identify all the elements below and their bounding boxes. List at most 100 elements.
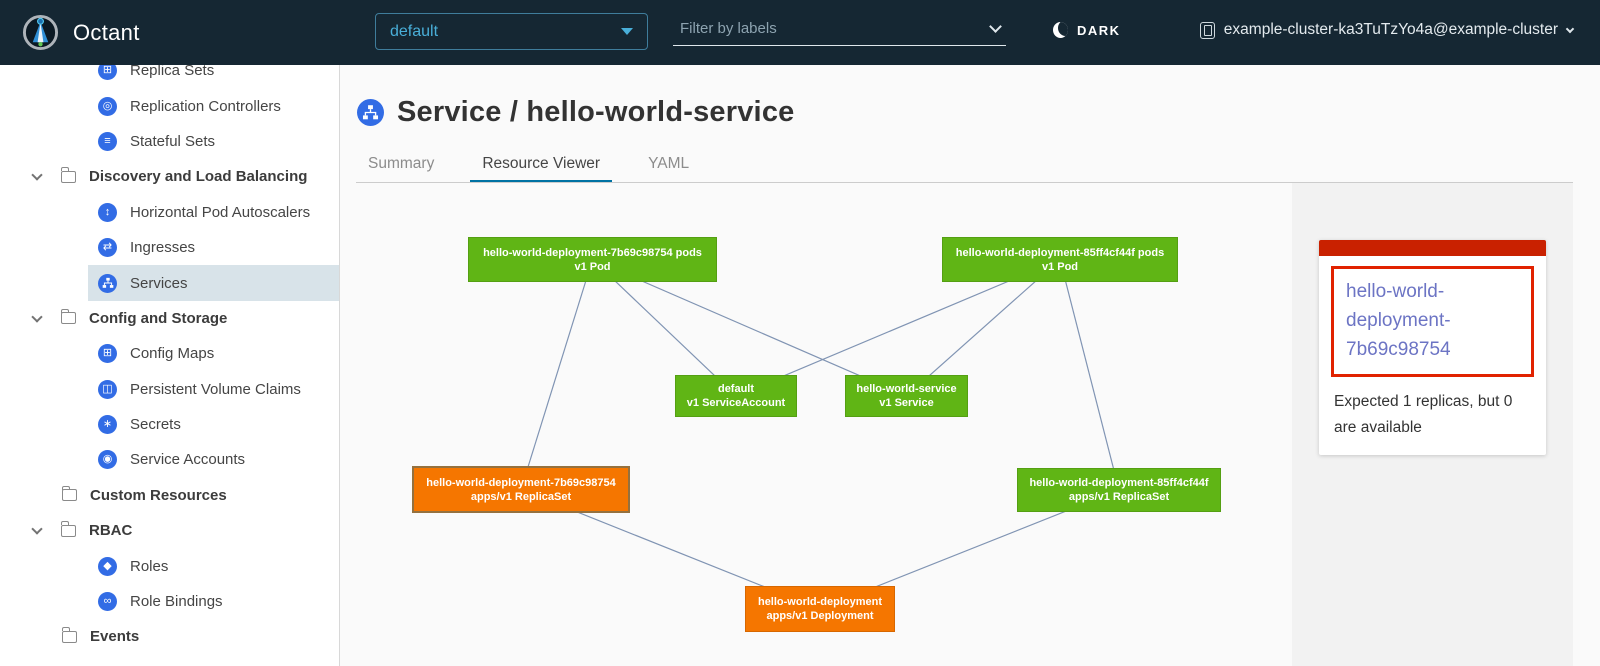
status-card-error-bar (1319, 240, 1546, 256)
sidebar-item-rbac[interactable]: RBAC (0, 513, 339, 548)
sidebar-item-label: Config and Storage (89, 310, 227, 327)
folder-icon (61, 525, 76, 537)
sidebar-item-label: Config Maps (130, 345, 214, 362)
sidebar-item-horizontal-pod-autoscalers[interactable]: ↕ Horizontal Pod Autoscalers (88, 195, 339, 230)
sidebar-item-label: Service Accounts (130, 451, 245, 468)
sidebar-item-persistent-volume-claims[interactable]: ◫Persistent Volume Claims (88, 372, 339, 407)
sidebar-item-secrets[interactable]: ∗Secrets (88, 407, 339, 442)
page-title-row: Service / hello-world-service (357, 96, 794, 129)
sidebar-item-replication-controllers[interactable]: ◎ Replication Controllers (88, 88, 339, 123)
tab-bar: Summary Resource Viewer YAML (356, 149, 725, 183)
node-apiversion-kind: apps/v1 Deployment (767, 609, 874, 623)
sidebar-item-label: Secrets (130, 416, 181, 433)
graph-node-deployment[interactable]: hello-world-deploymentapps/v1 Deployment (745, 586, 895, 632)
graph-node-replicaset2[interactable]: hello-world-deployment-85ff4cf44fapps/v1… (1017, 468, 1221, 512)
status-card-title-box: hello-world-deployment-7b69c98754 (1331, 266, 1534, 377)
node-title: hello-world-deployment-7b69c98754 pods (483, 246, 702, 260)
folder-icon (62, 489, 77, 501)
sidebar-nav: ⊞ Replica Sets ◎ Replication Controllers ≡ St… (0, 65, 340, 666)
node-apiversion-kind: apps/v1 ReplicaSet (471, 490, 571, 504)
sidebar-item-label: Events (90, 628, 139, 645)
status-card-body: hello-world-deployment-7b69c98754 Expect… (1319, 256, 1546, 455)
sidebar-item-label: Replica Sets (130, 65, 214, 79)
sidebar-item-label: RBAC (89, 522, 132, 539)
sidebar-item-service-accounts[interactable]: ◉ Service Accounts (88, 442, 339, 477)
status-card-resource-link[interactable]: hello-world-deployment-7b69c98754 (1346, 281, 1451, 360)
moon-icon (1053, 22, 1068, 38)
octant-logo-icon (22, 14, 59, 51)
statefulset-icon: ≡ (98, 132, 117, 151)
sidebar-item-config-maps[interactable]: ⊞ Config Maps (88, 336, 339, 371)
sidebar-item-roles[interactable]: ◆Roles (88, 548, 339, 583)
service-icon (357, 99, 384, 126)
context-selector[interactable]: example-cluster-ka3TuTzYo4a@example-clus… (1200, 21, 1573, 39)
configmap-icon: ⊞ (98, 344, 117, 363)
status-card: hello-world-deployment-7b69c98754 Expect… (1319, 240, 1546, 455)
status-panel: hello-world-deployment-7b69c98754 Expect… (1292, 183, 1573, 666)
chevron-down-icon[interactable] (31, 170, 42, 181)
node-apiversion-kind: v1 Service (879, 396, 933, 410)
dark-theme-label: DARK (1077, 23, 1121, 38)
brand: Octant (22, 14, 140, 51)
namespace-value: default (390, 23, 438, 41)
node-apiversion-kind: v1 Pod (1042, 260, 1078, 274)
sidebar-item-ingresses[interactable]: ⇄Ingresses (88, 230, 339, 265)
sidebar-item-label: Horizontal Pod Autoscalers (130, 204, 310, 221)
sidebar-item-stateful-sets[interactable]: ≡ Stateful Sets (88, 124, 339, 159)
chevron-down-icon (989, 20, 1002, 33)
role-icon: ◆ (98, 557, 117, 576)
main-content: Service / hello-world-service Summary Res… (340, 65, 1600, 666)
pvc-icon: ◫ (98, 380, 117, 399)
sidebar-item-config-and-storage[interactable]: Config and Storage (0, 301, 339, 336)
node-title: hello-world-deployment-7b69c98754 (426, 476, 616, 490)
app-title: Octant (73, 20, 140, 46)
rolebinding-icon: ∞ (98, 592, 117, 611)
node-apiversion-kind: apps/v1 ReplicaSet (1069, 490, 1169, 504)
label-filter-placeholder: Filter by labels (680, 20, 777, 37)
graph-edge-pod1-replicaset1 (521, 260, 593, 490)
service-icon (98, 274, 117, 293)
sidebar-item-label: Services (130, 275, 188, 292)
serviceaccount-icon: ◉ (98, 450, 117, 469)
namespace-dropdown[interactable]: default (375, 13, 648, 50)
chevron-down-icon[interactable] (31, 524, 42, 535)
sidebar-item-custom-resources[interactable]: Custom Resources (0, 478, 339, 513)
sidebar-item-events[interactable]: Events (0, 619, 339, 654)
folder-icon (61, 312, 76, 324)
status-card-message: Expected 1 replicas, but 0 are available (1331, 389, 1534, 441)
context-value: example-cluster-ka3TuTzYo4a@example-clus… (1224, 21, 1558, 39)
dark-theme-toggle[interactable]: DARK (1053, 22, 1121, 38)
sidebar-item-label: Discovery and Load Balancing (89, 168, 307, 185)
chevron-down-icon[interactable] (31, 311, 42, 322)
sidebar-item-services[interactable]: Services (88, 265, 339, 300)
graph-node-replicaset1[interactable]: hello-world-deployment-7b69c98754apps/v1… (412, 466, 630, 513)
tab-yaml[interactable]: YAML (636, 149, 701, 183)
node-title: hello-world-service (856, 382, 956, 396)
graph-node-service[interactable]: hello-world-servicev1 Service (845, 375, 968, 417)
cluster-context-icon (1200, 22, 1215, 39)
node-title: default (718, 382, 754, 396)
sidebar-item-discovery-and-load-balancing[interactable]: Discovery and Load Balancing (0, 159, 339, 194)
tab-resource-viewer[interactable]: Resource Viewer (470, 149, 612, 183)
sidebar-item-label: Custom Resources (90, 487, 227, 504)
chevron-down-icon (1566, 24, 1574, 32)
app-header: Octant default Filter by labels DARK exa… (0, 0, 1600, 65)
replication-controller-icon: ◎ (98, 97, 117, 116)
graph-edge-pod2-replicaset2 (1060, 260, 1119, 491)
replicaset-icon: ⊞ (98, 65, 117, 80)
node-title: hello-world-deployment-85ff4cf44f (1029, 476, 1208, 490)
node-title: hello-world-deployment (758, 595, 882, 609)
tab-summary[interactable]: Summary (356, 149, 446, 183)
sidebar-item-replica-sets[interactable]: ⊞ Replica Sets (88, 65, 339, 88)
resource-graph: hello-world-deployment-7b69c98754 podsv1… (340, 183, 1292, 666)
sidebar-item-label: Replication Controllers (130, 98, 281, 115)
sidebar-item-label: Stateful Sets (130, 133, 215, 150)
graph-node-pod1[interactable]: hello-world-deployment-7b69c98754 podsv1… (468, 237, 717, 282)
folder-icon (62, 631, 77, 643)
hpa-icon: ↕ (98, 203, 117, 222)
node-apiversion-kind: v1 Pod (574, 260, 610, 274)
sidebar-item-role-bindings[interactable]: ∞Role Bindings (88, 584, 339, 619)
label-filter-input[interactable]: Filter by labels (673, 16, 1006, 46)
graph-node-pod2[interactable]: hello-world-deployment-85ff4cf44f podsv1… (942, 237, 1178, 282)
graph-node-serviceaccount[interactable]: defaultv1 ServiceAccount (675, 375, 797, 417)
